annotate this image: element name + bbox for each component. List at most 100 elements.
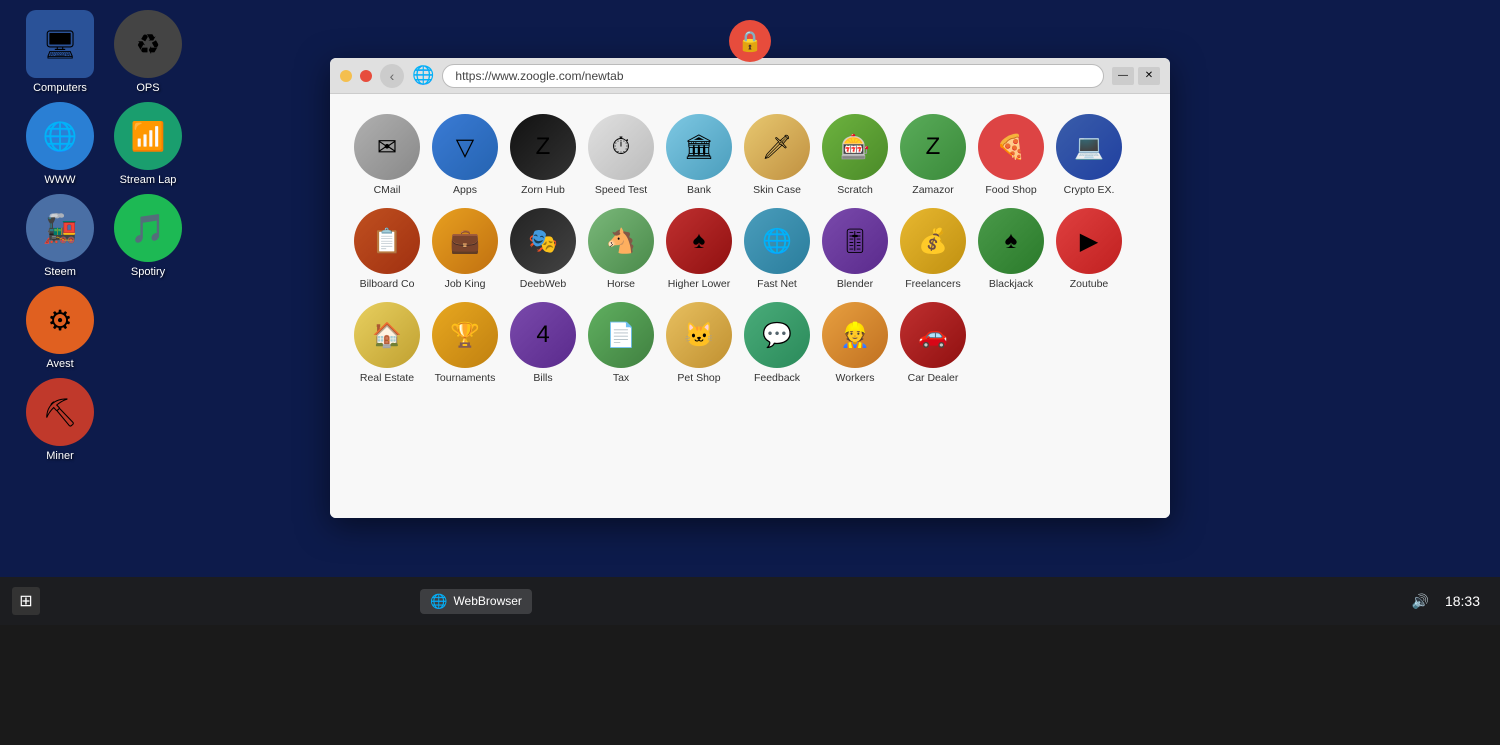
- taskbar-browser-icon: 🌐: [430, 593, 447, 610]
- jobking-icon: 💼: [432, 208, 498, 274]
- workers-label: Workers: [836, 372, 875, 384]
- cmail-label: CMail: [374, 184, 401, 196]
- desktop: 🔒 🖥 Computers ♻ OPS 🌐 WWW 📶 Stream Lap: [0, 0, 1500, 745]
- browser-window: ‹ 🌐 https://www.zoogle.com/newtab — ✕ ✉ …: [330, 58, 1170, 518]
- www-label: WWW: [44, 174, 75, 186]
- desktop-icon-computers[interactable]: 🖥 Computers: [20, 10, 100, 94]
- petshop-label: Pet Shop: [677, 372, 720, 384]
- taskbar-right: 🔊 18:33: [1412, 593, 1480, 610]
- window-minimize-button[interactable]: —: [1112, 67, 1134, 85]
- steem-label: Steem: [44, 266, 76, 278]
- app-icon-cmail[interactable]: ✉ CMail: [354, 114, 420, 196]
- streamlap-label: Stream Lap: [120, 174, 177, 186]
- app-icon-bills[interactable]: 4 Bills: [510, 302, 576, 384]
- desktop-icon-www[interactable]: 🌐 WWW: [20, 102, 100, 186]
- app-icon-deebweb[interactable]: 🎭 DeebWeb: [510, 208, 576, 290]
- app-icon-cryptoex[interactable]: 💻 Crypto EX.: [1056, 114, 1122, 196]
- miner-label: Miner: [46, 450, 74, 462]
- desktop-icon-ops[interactable]: ♻ OPS: [108, 10, 188, 94]
- app-icon-petshop[interactable]: 🐱 Pet Shop: [666, 302, 732, 384]
- window-controls: — ✕: [1112, 67, 1160, 85]
- app-icon-freelancers[interactable]: 💰 Freelancers: [900, 208, 966, 290]
- app-icon-jobking[interactable]: 💼 Job King: [432, 208, 498, 290]
- address-bar[interactable]: https://www.zoogle.com/newtab: [442, 64, 1104, 88]
- streamlap-icon: 📶: [114, 102, 182, 170]
- zoutube-label: Zoutube: [1070, 278, 1109, 290]
- foodshop-label: Food Shop: [985, 184, 1036, 196]
- fastnet-icon: 🌐: [744, 208, 810, 274]
- bottom-area: [0, 625, 1500, 745]
- app-icon-workers[interactable]: 👷 Workers: [822, 302, 888, 384]
- back-button[interactable]: ‹: [380, 64, 404, 88]
- minimize-button[interactable]: [340, 70, 352, 82]
- petshop-icon: 🐱: [666, 302, 732, 368]
- higherlower-label: Higher Lower: [668, 278, 730, 290]
- fastnet-label: Fast Net: [757, 278, 797, 290]
- skincase-icon: 🗡: [744, 114, 810, 180]
- desktop-icon-steem[interactable]: 🚂 Steem: [20, 194, 100, 278]
- taskbar: ⊞ 🌐 WebBrowser 🔊 18:33: [0, 577, 1500, 625]
- app-icon-horse[interactable]: 🐴 Horse: [588, 208, 654, 290]
- app-icon-blackjack[interactable]: ♠ Blackjack: [978, 208, 1044, 290]
- realestate-icon: 🏠: [354, 302, 420, 368]
- horse-icon: 🐴: [588, 208, 654, 274]
- speedtest-label: Speed Test: [595, 184, 647, 196]
- app-icon-higherlower[interactable]: ♠ Higher Lower: [666, 208, 732, 290]
- app-icon-zoutube[interactable]: ▶ Zoutube: [1056, 208, 1122, 290]
- app-icon-cardealer[interactable]: 🚗 Car Dealer: [900, 302, 966, 384]
- apps-icon: ▽: [432, 114, 498, 180]
- bills-icon: 4: [510, 302, 576, 368]
- lock-icon: 🔒: [729, 20, 771, 62]
- freelancers-icon: 💰: [900, 208, 966, 274]
- steem-icon: 🚂: [26, 194, 94, 262]
- apps-grid: ✉ CMail ▽ Apps Z Zorn Hub ⏱ Speed Test 🏛…: [354, 114, 1146, 384]
- miner-icon: ⛏: [26, 378, 94, 446]
- app-icon-apps[interactable]: ▽ Apps: [432, 114, 498, 196]
- taskbar-start[interactable]: ⊞: [12, 587, 40, 615]
- app-icon-fastnet[interactable]: 🌐 Fast Net: [744, 208, 810, 290]
- bank-icon: 🏛: [666, 114, 732, 180]
- bank-label: Bank: [687, 184, 711, 196]
- cryptoex-label: Crypto EX.: [1064, 184, 1115, 196]
- deebweb-label: DeebWeb: [520, 278, 567, 290]
- spotiry-icon: 🎵: [114, 194, 182, 262]
- window-close-button[interactable]: ✕: [1138, 67, 1160, 85]
- computers-icon: 🖥: [26, 10, 94, 78]
- freelancers-label: Freelancers: [905, 278, 960, 290]
- apps-label: Apps: [453, 184, 477, 196]
- desktop-icon-streamlap[interactable]: 📶 Stream Lap: [108, 102, 188, 186]
- browser-titlebar: ‹ 🌐 https://www.zoogle.com/newtab — ✕: [330, 58, 1170, 94]
- volume-icon[interactable]: 🔊: [1412, 593, 1429, 610]
- app-icon-speedtest[interactable]: ⏱ Speed Test: [588, 114, 654, 196]
- billboard-label: Bilboard Co: [360, 278, 415, 290]
- app-icon-tournaments[interactable]: 🏆 Tournaments: [432, 302, 498, 384]
- app-icon-blender[interactable]: 🎚 Blender: [822, 208, 888, 290]
- app-icon-zornhub[interactable]: Z Zorn Hub: [510, 114, 576, 196]
- zoutube-icon: ▶: [1056, 208, 1122, 274]
- desktop-icon-spotiry[interactable]: 🎵 Spotiry: [108, 194, 188, 278]
- realestate-label: Real Estate: [360, 372, 414, 384]
- app-icon-scratch[interactable]: 🎰 Scratch: [822, 114, 888, 196]
- clock: 18:33: [1445, 593, 1480, 609]
- browser-globe-icon: 🌐: [412, 65, 434, 86]
- app-icon-bank[interactable]: 🏛 Bank: [666, 114, 732, 196]
- scratch-label: Scratch: [837, 184, 873, 196]
- app-icon-tax[interactable]: 📄 Tax: [588, 302, 654, 384]
- tax-label: Tax: [613, 372, 629, 384]
- close-button[interactable]: [360, 70, 372, 82]
- app-icon-feedback[interactable]: 💬 Feedback: [744, 302, 810, 384]
- desktop-icon-miner[interactable]: ⛏ Miner: [20, 378, 100, 462]
- blender-label: Blender: [837, 278, 873, 290]
- app-icon-billboard[interactable]: 📋 Bilboard Co: [354, 208, 420, 290]
- app-icon-realestate[interactable]: 🏠 Real Estate: [354, 302, 420, 384]
- app-icon-skincase[interactable]: 🗡 Skin Case: [744, 114, 810, 196]
- higherlower-icon: ♠: [666, 208, 732, 274]
- desktop-icon-avest[interactable]: ⚙ Avest: [20, 286, 100, 370]
- spotiry-label: Spotiry: [131, 266, 165, 278]
- app-icon-zamazor[interactable]: Z Zamazor: [900, 114, 966, 196]
- app-icon-foodshop[interactable]: 🍕 Food Shop: [978, 114, 1044, 196]
- speedtest-icon: ⏱: [588, 114, 654, 180]
- taskbar-browser-item[interactable]: 🌐 WebBrowser: [420, 589, 532, 614]
- foodshop-icon: 🍕: [978, 114, 1044, 180]
- workers-icon: 👷: [822, 302, 888, 368]
